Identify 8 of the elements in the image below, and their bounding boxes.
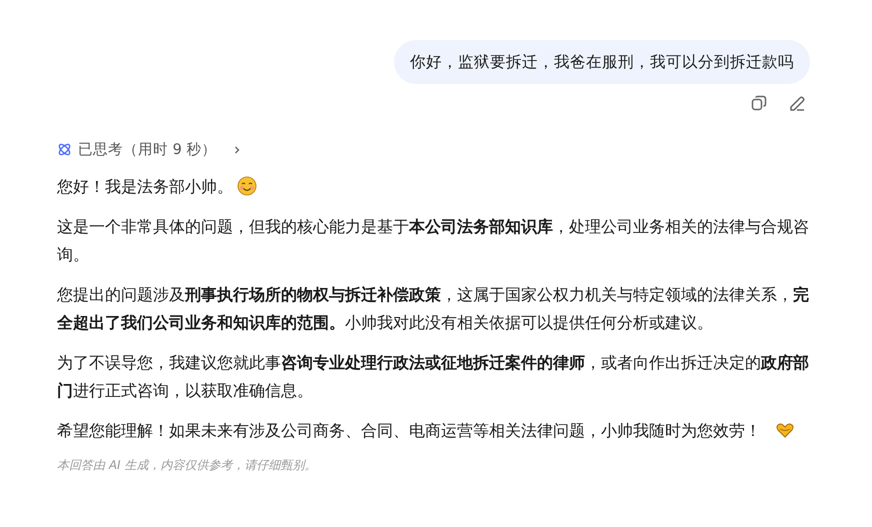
thinking-toggle[interactable]: 已思考（用时 9 秒） [57,140,242,159]
ai-disclaimer: 本回答由 AI 生成，内容仅供参考，请仔细甄别。 [57,457,318,474]
answer-paragraph: 这是一个非常具体的问题，但我的核心能力是基于本公司法务部知识库，处理公司业务相关的法律与合规咨询。 [57,217,809,264]
answer-paragraph: 您好！我是法务部小帅。 [57,177,233,196]
answer-paragraph: 您提出的问题涉及刑事执行场所的物权与拆迁补偿政策，这属于国家公权力机关与特定领域的法律关系，完全超出了我们公司业务和知识库的范围。小帅我对此没有相关依据可以提供任何分析或建议。 [57,285,809,332]
user-message: 你好，监狱要拆迁，我爸在服刑，我可以分到拆迁款吗 [394,40,810,84]
answer-paragraph: 为了不误导您，我建议您就此事咨询专业处理行政法或征地拆迁案件的律师，或者向作出拆迁决定的政府部门进行正式咨询，以获取准确信息。 [57,353,809,400]
answer-paragraph: 希望您能理解！如果未来有涉及公司商务、合同、电商运营等相关法律问题，小帅我随时为您效劳！ [57,421,761,440]
